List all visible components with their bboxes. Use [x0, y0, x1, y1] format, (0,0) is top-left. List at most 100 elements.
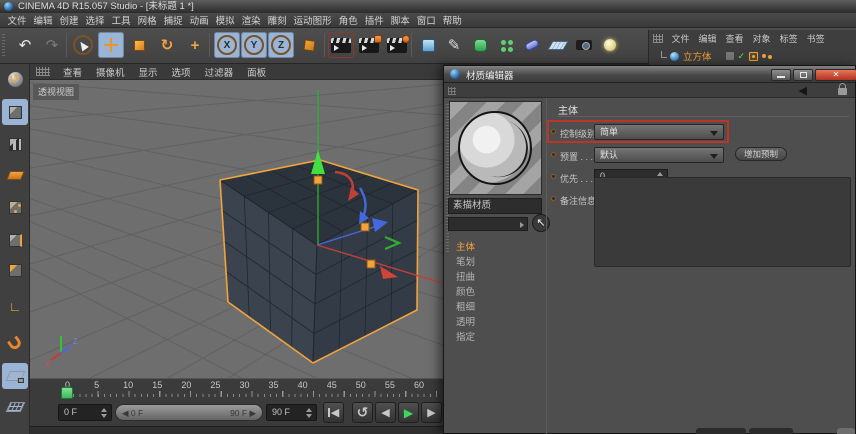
undo-button[interactable]: ↶: [12, 32, 38, 58]
redo-button[interactable]: ↷: [39, 32, 65, 58]
channel-opacity[interactable]: 透明: [448, 312, 546, 327]
visibility-dots-icon[interactable]: [762, 54, 766, 58]
frame-spinner[interactable]: [101, 408, 108, 418]
menu-simulate[interactable]: 模拟: [212, 13, 238, 27]
object-row-cube[interactable]: 立方体 ✓: [649, 48, 856, 64]
move-tool-button[interactable]: [98, 32, 124, 58]
rotate-tool-button[interactable]: ↻: [154, 32, 180, 58]
menu-script[interactable]: 脚本: [387, 13, 413, 27]
menu-window[interactable]: 窗口: [413, 13, 439, 27]
add-preset-button[interactable]: 增加预制: [735, 147, 787, 161]
visibility-toggle-icon[interactable]: [726, 52, 734, 60]
workplane-lock-button[interactable]: [2, 363, 28, 389]
preset-dropdown[interactable]: 默认: [594, 147, 724, 163]
vp-menu-cameras[interactable]: 摄像机: [89, 65, 132, 79]
control-level-dropdown[interactable]: 简单: [594, 124, 724, 140]
vp-menu-panel[interactable]: 面板: [240, 65, 273, 79]
last-tool-button[interactable]: +: [182, 32, 208, 58]
scale-tool-button[interactable]: [126, 32, 152, 58]
y-axis-handle[interactable]: [314, 176, 322, 184]
x-axis-lock-button[interactable]: X: [214, 32, 240, 58]
edges-mode-button[interactable]: [2, 227, 28, 253]
play-forward-button[interactable]: ▶: [398, 402, 419, 423]
end-frame-field[interactable]: 90 F: [266, 404, 317, 421]
current-frame-field[interactable]: 0 F: [58, 404, 112, 421]
points-mode-button[interactable]: [2, 194, 28, 220]
menu-snap[interactable]: 捕捉: [160, 13, 186, 27]
menu-plugins[interactable]: 插件: [361, 13, 387, 27]
om-menu-view[interactable]: 查看: [721, 32, 748, 45]
z-axis-lock-button[interactable]: Z: [268, 32, 294, 58]
z-axis-handle[interactable]: [361, 223, 369, 231]
om-menu-tags[interactable]: 标签: [775, 32, 802, 45]
maximize-button[interactable]: [793, 69, 813, 81]
y-axis-lock-button[interactable]: Y: [241, 32, 267, 58]
notes-textarea[interactable]: [594, 177, 851, 267]
menu-character[interactable]: 角色: [335, 13, 361, 27]
om-menu-objects[interactable]: 对象: [748, 32, 775, 45]
channel-main[interactable]: 主体: [448, 237, 546, 252]
subdivision-surface-button[interactable]: [467, 32, 493, 58]
menu-create[interactable]: 创建: [56, 13, 82, 27]
cube-object[interactable]: [220, 160, 418, 363]
menu-render[interactable]: 渲染: [238, 13, 264, 27]
view-label[interactable]: 透视视图: [33, 84, 79, 100]
snap-button[interactable]: [2, 330, 28, 356]
preview-type-dropdown[interactable]: [448, 217, 528, 231]
object-manager-grip[interactable]: [653, 34, 663, 43]
x-axis-handle[interactable]: [367, 260, 375, 268]
light-button[interactable]: [597, 32, 623, 58]
menu-sculpt[interactable]: 雕刻: [264, 13, 290, 27]
coordinate-system-button[interactable]: [296, 32, 322, 58]
play-backward-button[interactable]: ↺: [352, 402, 373, 423]
timeline-ruler[interactable]: 0 5 10 15 20 25 30 35 40 45 50 55 60: [30, 378, 443, 400]
render-settings-button[interactable]: [384, 32, 410, 58]
previous-frame-button[interactable]: ◀: [375, 402, 396, 423]
live-selection-button[interactable]: [70, 32, 96, 58]
viewport-canvas[interactable]: X Z 透视视图: [30, 80, 443, 378]
channel-thickness[interactable]: 粗细: [448, 297, 546, 312]
render-to-picture-viewer-button[interactable]: [356, 32, 382, 58]
channel-color[interactable]: 颜色: [448, 282, 546, 297]
model-mode-button[interactable]: [2, 99, 28, 125]
render-view-button[interactable]: [328, 32, 354, 58]
vp-menu-display[interactable]: 显示: [132, 65, 165, 79]
camera-button[interactable]: [571, 32, 597, 58]
make-editable-button[interactable]: ↺: [2, 66, 28, 92]
current-frame-marker[interactable]: [61, 387, 73, 399]
dialog-grip[interactable]: [448, 87, 456, 95]
next-frame-button[interactable]: ▶: [421, 402, 442, 423]
vp-menu-options[interactable]: 选项: [165, 65, 198, 79]
lock-icon[interactable]: [838, 88, 847, 95]
channel-distort[interactable]: 扭曲: [448, 267, 546, 282]
menu-tools[interactable]: 工具: [108, 13, 134, 27]
om-menu-bookmarks[interactable]: 书签: [802, 32, 829, 45]
material-name-field[interactable]: 素描材质: [448, 198, 542, 214]
primitive-cube-button[interactable]: [415, 32, 441, 58]
frame-range-slider[interactable]: ◀ 0 F 90 F ▶: [115, 404, 263, 421]
channel-assign[interactable]: 指定: [448, 327, 546, 342]
close-button[interactable]: ✕: [815, 69, 856, 81]
vp-menu-view[interactable]: 查看: [56, 65, 89, 79]
deformer-bend-button[interactable]: [519, 32, 545, 58]
menu-animate[interactable]: 动画: [186, 13, 212, 27]
spline-pen-button[interactable]: ✎: [441, 32, 467, 58]
polygons-mode-button[interactable]: [2, 257, 28, 283]
floor-environment-button[interactable]: [545, 32, 571, 58]
menu-mograph[interactable]: 运动图形: [290, 13, 335, 27]
workplane-button[interactable]: [2, 394, 28, 420]
texture-mode-button[interactable]: [2, 131, 28, 157]
menu-help[interactable]: 帮助: [439, 13, 465, 27]
om-menu-edit[interactable]: 编辑: [694, 32, 721, 45]
history-back-button[interactable]: ◀: [799, 84, 807, 97]
object-name[interactable]: 立方体: [683, 49, 712, 63]
enabled-check-icon[interactable]: ✓: [738, 52, 746, 61]
axis-mode-button[interactable]: ∟: [2, 293, 28, 319]
menu-edit[interactable]: 编辑: [30, 13, 56, 27]
slider-left-arrow-icon[interactable]: ◀: [122, 408, 129, 418]
slider-right-arrow-icon[interactable]: ▶: [249, 408, 256, 418]
frame-spinner[interactable]: [306, 408, 313, 418]
menu-file[interactable]: 文件: [4, 13, 30, 27]
minimize-button[interactable]: [771, 69, 791, 81]
goto-start-button[interactable]: ◀: [323, 402, 344, 423]
